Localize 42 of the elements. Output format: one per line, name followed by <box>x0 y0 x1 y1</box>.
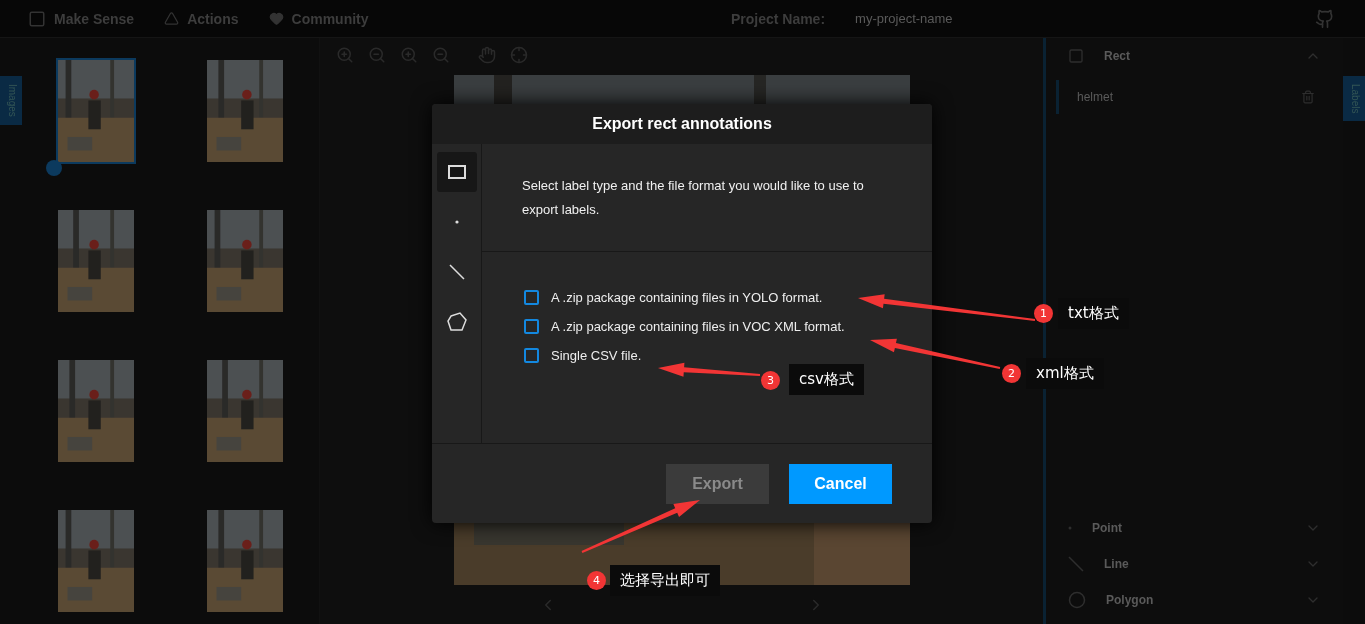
option-label: A .zip package containing files in YOLO format. <box>551 290 823 305</box>
label-section-header[interactable]: Point <box>1046 510 1343 546</box>
arrow-icon <box>870 338 1001 369</box>
trash-icon[interactable] <box>1301 90 1315 104</box>
checkbox[interactable] <box>524 319 539 334</box>
crosshair-icon[interactable] <box>510 45 528 64</box>
zoom-in-icon[interactable] <box>336 45 354 64</box>
arrow-icon <box>581 500 700 553</box>
option-label: A .zip package containing files in VOC XML format. <box>551 319 845 334</box>
logo-icon <box>28 9 46 28</box>
arrow-icon <box>858 294 1036 321</box>
point-icon <box>454 220 459 224</box>
label-section-header[interactable]: Polygon <box>1046 582 1343 618</box>
line-icon <box>448 264 465 280</box>
rectangle-icon <box>447 165 466 179</box>
rectangle-icon <box>1068 48 1084 64</box>
hand-icon[interactable] <box>478 45 496 64</box>
triangle-icon <box>164 11 180 26</box>
selected-dot <box>46 160 63 176</box>
zoom-out-icon[interactable] <box>368 45 386 64</box>
line-icon <box>1068 556 1084 572</box>
arrow-icon <box>658 362 761 377</box>
point-icon <box>1068 526 1072 530</box>
checkbox[interactable] <box>524 348 539 363</box>
project-name-field[interactable]: my-project-name <box>855 11 953 26</box>
annotation-label: csv格式 <box>789 364 864 395</box>
label-type-tab[interactable] <box>436 152 477 192</box>
dialog-title: Export rect annotations <box>592 115 772 133</box>
label-name: helmet <box>1077 90 1115 104</box>
dialog-description: Select label type and the file format you would like to use to export labels. <box>522 177 865 219</box>
label-row[interactable]: helmet <box>1056 80 1333 114</box>
option-label: Single CSV file. <box>551 348 642 363</box>
checkbox[interactable] <box>524 290 539 305</box>
heart-icon <box>268 11 284 26</box>
label-section-header[interactable]: Line <box>1046 546 1343 582</box>
polygon-icon <box>1068 591 1086 609</box>
polygon-icon <box>446 312 467 332</box>
cancel-button[interactable]: Cancel <box>789 463 892 504</box>
zoom-in-icon[interactable] <box>400 45 418 64</box>
zoom-out-icon[interactable] <box>432 45 450 64</box>
label-section-header[interactable]: Rect <box>1046 38 1343 74</box>
github-icon[interactable] <box>1315 8 1335 29</box>
